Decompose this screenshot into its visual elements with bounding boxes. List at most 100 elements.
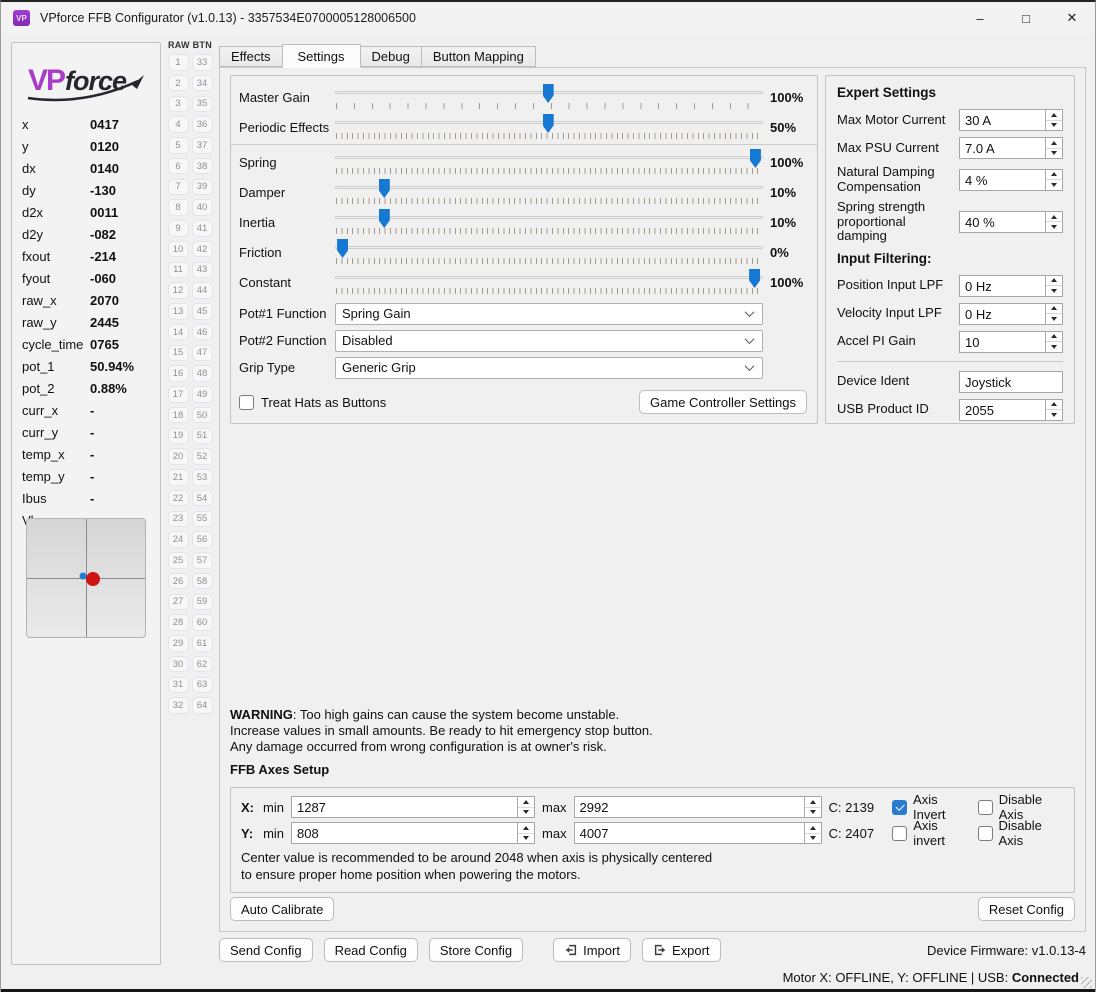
- telemetry-row: raw_y 2445: [22, 311, 160, 333]
- tab[interactable]: Effects: [219, 46, 283, 67]
- expert-label: Spring strength proportional damping: [837, 199, 926, 243]
- telemetry-row: fxout -214: [22, 245, 160, 267]
- slider-handle[interactable]: [749, 269, 761, 288]
- spin-up-button[interactable]: [1046, 399, 1062, 410]
- spin-down-button[interactable]: [1046, 314, 1062, 324]
- telemetry-panel: VP force x 0417 y 0120 dx 0140 dy -130 d…: [11, 42, 161, 965]
- spinbox-value[interactable]: Joystick: [960, 372, 1062, 392]
- spin-up-button[interactable]: [1046, 138, 1062, 149]
- gains-group-box: Master Gain 100% Periodic Effects 50% Sp…: [230, 75, 818, 424]
- slider-handle[interactable]: [378, 179, 390, 198]
- slider-track[interactable]: [335, 237, 763, 267]
- spin-down-button[interactable]: [1046, 410, 1062, 420]
- spin-down-button[interactable]: [1046, 180, 1062, 190]
- slider-track[interactable]: [335, 82, 763, 112]
- spin-down-button[interactable]: [518, 833, 535, 843]
- spinbox-value[interactable]: 7.0 A: [960, 138, 1045, 158]
- spin-up-button[interactable]: [1046, 110, 1062, 121]
- slider-track[interactable]: [335, 207, 763, 237]
- spin-up-button[interactable]: [1046, 331, 1062, 342]
- spinbox-value[interactable]: 1287: [292, 797, 517, 817]
- telemetry-value: 0011: [90, 204, 119, 220]
- send-config-button[interactable]: Send Config: [219, 938, 313, 962]
- telemetry-value: -: [90, 468, 95, 484]
- spin-up-button[interactable]: [804, 823, 821, 834]
- spin-up-button[interactable]: [518, 823, 535, 834]
- spin-down-button[interactable]: [1046, 286, 1062, 296]
- telemetry-row: x 0417: [22, 113, 160, 135]
- spin-up-button[interactable]: [1046, 211, 1062, 223]
- spinbox-controls: [1045, 110, 1062, 130]
- slider-label: Inertia: [239, 214, 276, 230]
- raw-button-column: RAW BTN 1 33 2 34 3 35 4 36 5 37 6 38 7 …: [164, 40, 216, 714]
- spinbox-value[interactable]: 2055: [960, 400, 1045, 420]
- slider-track[interactable]: [335, 177, 763, 207]
- slider-value: 100%: [770, 154, 804, 170]
- axis-x-center-value: C: 2139: [828, 799, 875, 815]
- spin-up-button[interactable]: [1046, 303, 1062, 314]
- slider-handle[interactable]: [542, 84, 554, 103]
- raw-button-indicator: 17: [167, 386, 189, 403]
- raw-button-row: 18 50: [164, 406, 216, 424]
- spin-down-button[interactable]: [1046, 222, 1062, 232]
- raw-button-row: 2 34: [164, 74, 216, 92]
- telemetry-label: pot_2: [22, 380, 55, 396]
- dropdown-select[interactable]: Disabled: [335, 329, 763, 352]
- dropdown-select[interactable]: Generic Grip: [335, 356, 763, 379]
- axis-x-invert-checkbox[interactable]: [892, 799, 908, 815]
- spinbox-value[interactable]: 0 Hz: [960, 304, 1045, 324]
- axis-y-invert-checkbox[interactable]: [892, 825, 908, 841]
- close-button[interactable]: ✕: [1049, 2, 1095, 34]
- spinbox-value[interactable]: 4007: [575, 823, 804, 843]
- dropdown-select[interactable]: Spring Gain: [335, 302, 763, 325]
- slider-handle[interactable]: [378, 209, 390, 228]
- axis-y-disable-checkbox[interactable]: [977, 825, 993, 841]
- minimize-button[interactable]: –: [957, 2, 1003, 34]
- axis-x-disable-checkbox[interactable]: [977, 799, 993, 815]
- tab[interactable]: Settings: [281, 44, 361, 68]
- tab[interactable]: Debug: [359, 46, 422, 67]
- spinbox-value[interactable]: 808: [292, 823, 517, 843]
- slider-track[interactable]: [335, 112, 763, 142]
- maximize-button[interactable]: □: [1003, 2, 1049, 34]
- raw-button-indicator: 60: [191, 614, 213, 631]
- spinbox-value[interactable]: 4 %: [960, 170, 1045, 190]
- spinbox-value[interactable]: 10: [960, 332, 1045, 352]
- game-controller-settings-button[interactable]: Game Controller Settings: [639, 390, 807, 414]
- slider-handle[interactable]: [749, 149, 761, 168]
- spinbox-value[interactable]: 2992: [575, 797, 804, 817]
- spin-up-button[interactable]: [1046, 169, 1062, 180]
- import-button[interactable]: Import: [553, 938, 631, 962]
- tab[interactable]: Button Mapping: [420, 46, 536, 67]
- spin-down-button[interactable]: [1046, 342, 1062, 352]
- spin-up-button[interactable]: [804, 797, 821, 808]
- slider-value: 100%: [770, 89, 804, 105]
- slider-track[interactable]: [335, 267, 763, 297]
- raw-button-row: 21 53: [164, 469, 216, 486]
- spin-up-button[interactable]: [1046, 275, 1062, 286]
- telemetry-value: -: [90, 402, 95, 418]
- store-config-button[interactable]: Store Config: [428, 938, 524, 962]
- spin-down-button[interactable]: [1046, 148, 1062, 158]
- read-config-button[interactable]: Read Config: [323, 938, 418, 962]
- spinbox-value[interactable]: 30 A: [960, 110, 1045, 130]
- spinbox-value[interactable]: 0 Hz: [960, 276, 1045, 296]
- reset-config-button[interactable]: Reset Config: [977, 897, 1075, 921]
- slider-handle[interactable]: [337, 239, 349, 258]
- spin-up-button[interactable]: [517, 797, 534, 808]
- chevron-down-icon: [744, 361, 755, 372]
- spin-down-button[interactable]: [517, 807, 534, 817]
- raw-button-indicator: 40: [191, 199, 213, 216]
- export-button[interactable]: Export: [641, 938, 721, 962]
- auto-calibrate-button[interactable]: Auto Calibrate: [230, 897, 335, 921]
- spin-down-button[interactable]: [804, 807, 821, 817]
- spinbox-value[interactable]: 40 %: [960, 212, 1045, 232]
- slider-handle[interactable]: [542, 114, 554, 133]
- raw-button-row: 23 55: [164, 510, 216, 527]
- spin-down-button[interactable]: [1046, 120, 1062, 130]
- spin-down-button[interactable]: [804, 833, 821, 843]
- axis-x-min-spinbox: 1287: [290, 796, 535, 818]
- slider-track[interactable]: [335, 147, 763, 177]
- treat-hats-checkbox[interactable]: [239, 394, 254, 410]
- resize-grip[interactable]: [1081, 977, 1092, 988]
